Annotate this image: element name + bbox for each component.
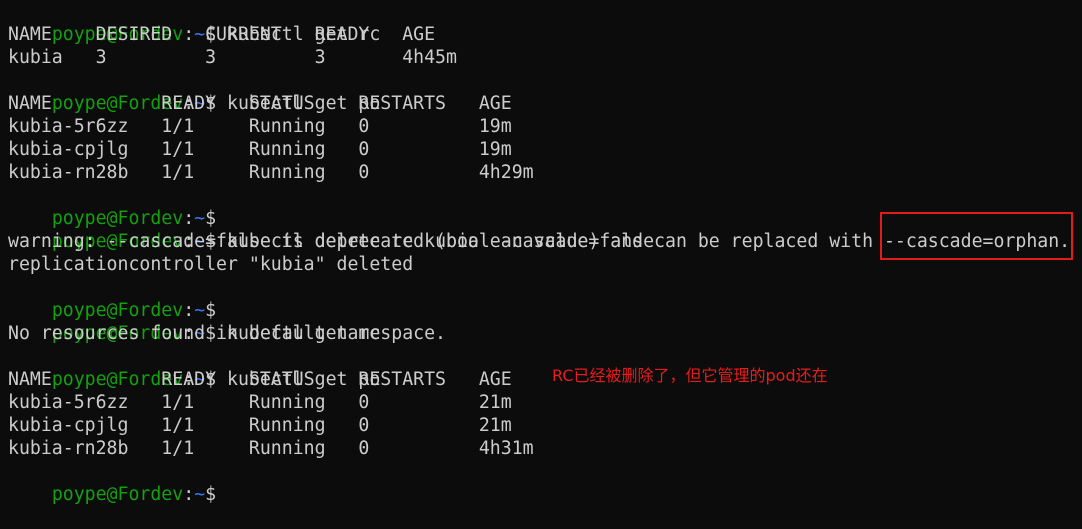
- output-line: NAME READY STATUS RESTARTS AGE: [8, 369, 512, 390]
- prompt-symbol: $: [205, 484, 217, 505]
- prompt-line-2: poype@Fordev:~$ kubectl get po: [8, 69, 1078, 114]
- output-line: kubia-rn28b 1/1 Running 0 4h29m: [8, 162, 534, 183]
- terminal-window[interactable]: poype@Fordev:~$ kubectl get rc NAME DESI…: [8, 0, 1078, 505]
- output-line: kubia-5r6zz 1/1 Running 0 21m: [8, 392, 512, 413]
- prompt-user: poype@Fordev: [51, 484, 184, 505]
- output-line: NAME READY STATUS RESTARTS AGE: [8, 93, 512, 114]
- output-line: replicationcontroller "kubia" deleted: [8, 254, 414, 275]
- output-line: kubia-rn28b 1/1 Running 0 4h31m: [8, 438, 534, 459]
- prompt-separator: :: [183, 208, 195, 229]
- output-line: kubia-cpjlg 1/1 Running 0 21m: [8, 415, 512, 436]
- prompt-path: ~: [194, 484, 206, 505]
- prompt-path: ~: [194, 208, 206, 229]
- prompt-user: poype@Fordev: [51, 208, 184, 229]
- output-line: No resources found in default namespace.: [8, 323, 446, 344]
- output-line: NAME DESIRED CURRENT READY AGE: [8, 24, 436, 45]
- prompt-symbol: $: [205, 208, 217, 229]
- prompt-line-8: poype@Fordev:~$: [8, 460, 1078, 505]
- prompt-path: ~: [194, 300, 206, 321]
- prompt-separator: :: [183, 484, 195, 505]
- prompt-line-7: poype@Fordev:~$ kubectl get po: [8, 345, 1078, 390]
- annotation-note: RC已经被删除了，但它管理的pod还在: [552, 366, 828, 385]
- output-line: kubia-5r6zz 1/1 Running 0 19m: [8, 116, 512, 137]
- prompt-user: poype@Fordev: [51, 300, 184, 321]
- output-line: kubia-cpjlg 1/1 Running 0 19m: [8, 139, 512, 160]
- prompt-line-1: poype@Fordev:~$ kubectl get rc: [8, 0, 1078, 45]
- prompt-separator: :: [183, 300, 195, 321]
- prompt-line-5: poype@Fordev:~$: [8, 276, 1078, 321]
- warning-line: warning: --cascade=false is deprecated (…: [8, 231, 1071, 252]
- prompt-line-3: poype@Fordev:~$: [8, 184, 1078, 229]
- prompt-symbol: $: [205, 300, 217, 321]
- output-line: kubia 3 3 3 4h45m: [8, 47, 457, 68]
